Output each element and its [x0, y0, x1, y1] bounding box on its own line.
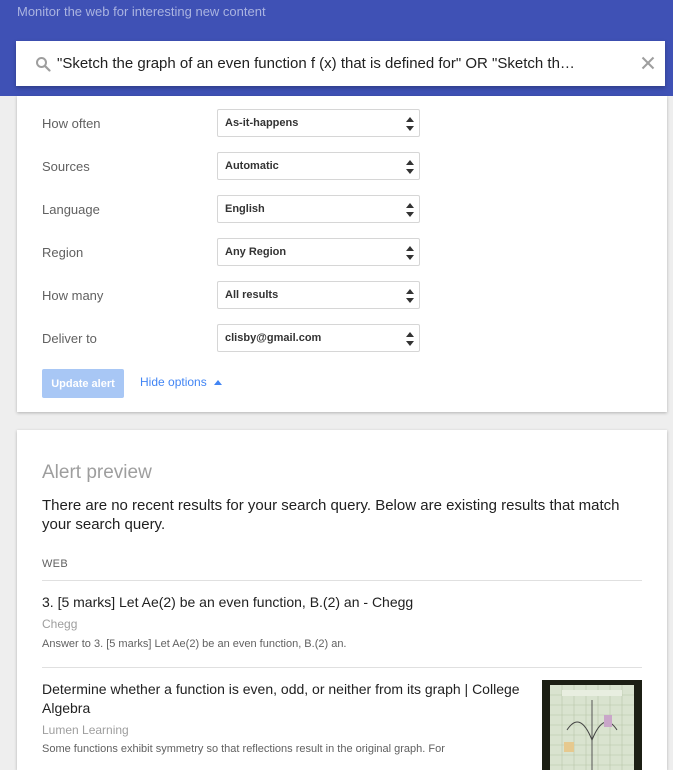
- select-value: Automatic: [225, 160, 279, 172]
- deliver-to-select[interactable]: clisby@gmail.com: [217, 324, 420, 352]
- option-row-how-many: How many All results: [42, 281, 422, 311]
- result-source: Chegg: [42, 617, 78, 631]
- region-select[interactable]: Any Region: [217, 238, 420, 266]
- result-snippet: Answer to 3. [5 marks] Let Ae(2) be an e…: [42, 638, 347, 650]
- preview-card: Alert preview There are no recent result…: [17, 430, 667, 770]
- select-arrows-icon: [406, 332, 414, 346]
- caret-up-icon: [213, 379, 222, 385]
- select-arrows-icon: [406, 117, 414, 131]
- sources-select[interactable]: Automatic: [217, 152, 420, 180]
- preview-message: There are no recent results for your sea…: [42, 497, 620, 533]
- search-bar[interactable]: "Sketch the graph of an even function f …: [16, 41, 665, 86]
- option-row-sources: Sources Automatic: [42, 152, 422, 182]
- option-label: Deliver to: [42, 331, 97, 346]
- option-label: How many: [42, 288, 104, 303]
- select-value: English: [225, 203, 265, 215]
- select-arrows-icon: [406, 289, 414, 303]
- divider: [42, 667, 642, 668]
- option-row-how-often: How often As-it-happens: [42, 109, 422, 139]
- option-row-language: Language English: [42, 195, 422, 225]
- select-arrows-icon: [406, 203, 414, 217]
- select-value: Any Region: [225, 246, 287, 258]
- how-often-select[interactable]: As-it-happens: [217, 109, 420, 137]
- preview-title: Alert preview: [42, 462, 152, 483]
- select-value: All results: [225, 289, 279, 301]
- option-row-deliver-to: Deliver to clisby@gmail.com: [42, 324, 422, 354]
- update-alert-button[interactable]: Update alert: [42, 369, 124, 398]
- select-arrows-icon: [406, 246, 414, 260]
- result-source: Lumen Learning: [42, 723, 129, 737]
- result-title-link[interactable]: Determine whether a function is even, od…: [42, 680, 522, 718]
- option-label: Language: [42, 202, 100, 217]
- option-label: Sources: [42, 159, 90, 174]
- option-label: How often: [42, 116, 101, 131]
- search-icon: [35, 56, 51, 72]
- divider: [42, 580, 642, 581]
- section-label-web: WEB: [42, 558, 68, 570]
- result-thumbnail-image[interactable]: [542, 680, 642, 770]
- result-title-link[interactable]: 3. [5 marks] Let Ae(2) be an even functi…: [42, 593, 413, 612]
- thumbnail-graph-icon: [550, 685, 634, 770]
- result-snippet: Some functions exhibit symmetry so that …: [42, 743, 445, 755]
- language-select[interactable]: English: [217, 195, 420, 223]
- select-arrows-icon: [406, 160, 414, 174]
- how-many-select[interactable]: All results: [217, 281, 420, 309]
- tagline: Monitor the web for interesting new cont…: [17, 4, 266, 19]
- hide-options-link[interactable]: Hide options: [140, 375, 222, 389]
- option-label: Region: [42, 245, 84, 260]
- close-icon[interactable]: [638, 53, 658, 73]
- select-value: clisby@gmail.com: [225, 332, 322, 344]
- options-card: How often As-it-happens Sources Automati…: [17, 96, 667, 412]
- hide-options-label: Hide options: [140, 375, 207, 389]
- option-row-region: Region Any Region: [42, 238, 422, 268]
- select-value: As-it-happens: [225, 117, 299, 129]
- search-query[interactable]: "Sketch the graph of an even function f …: [57, 55, 577, 72]
